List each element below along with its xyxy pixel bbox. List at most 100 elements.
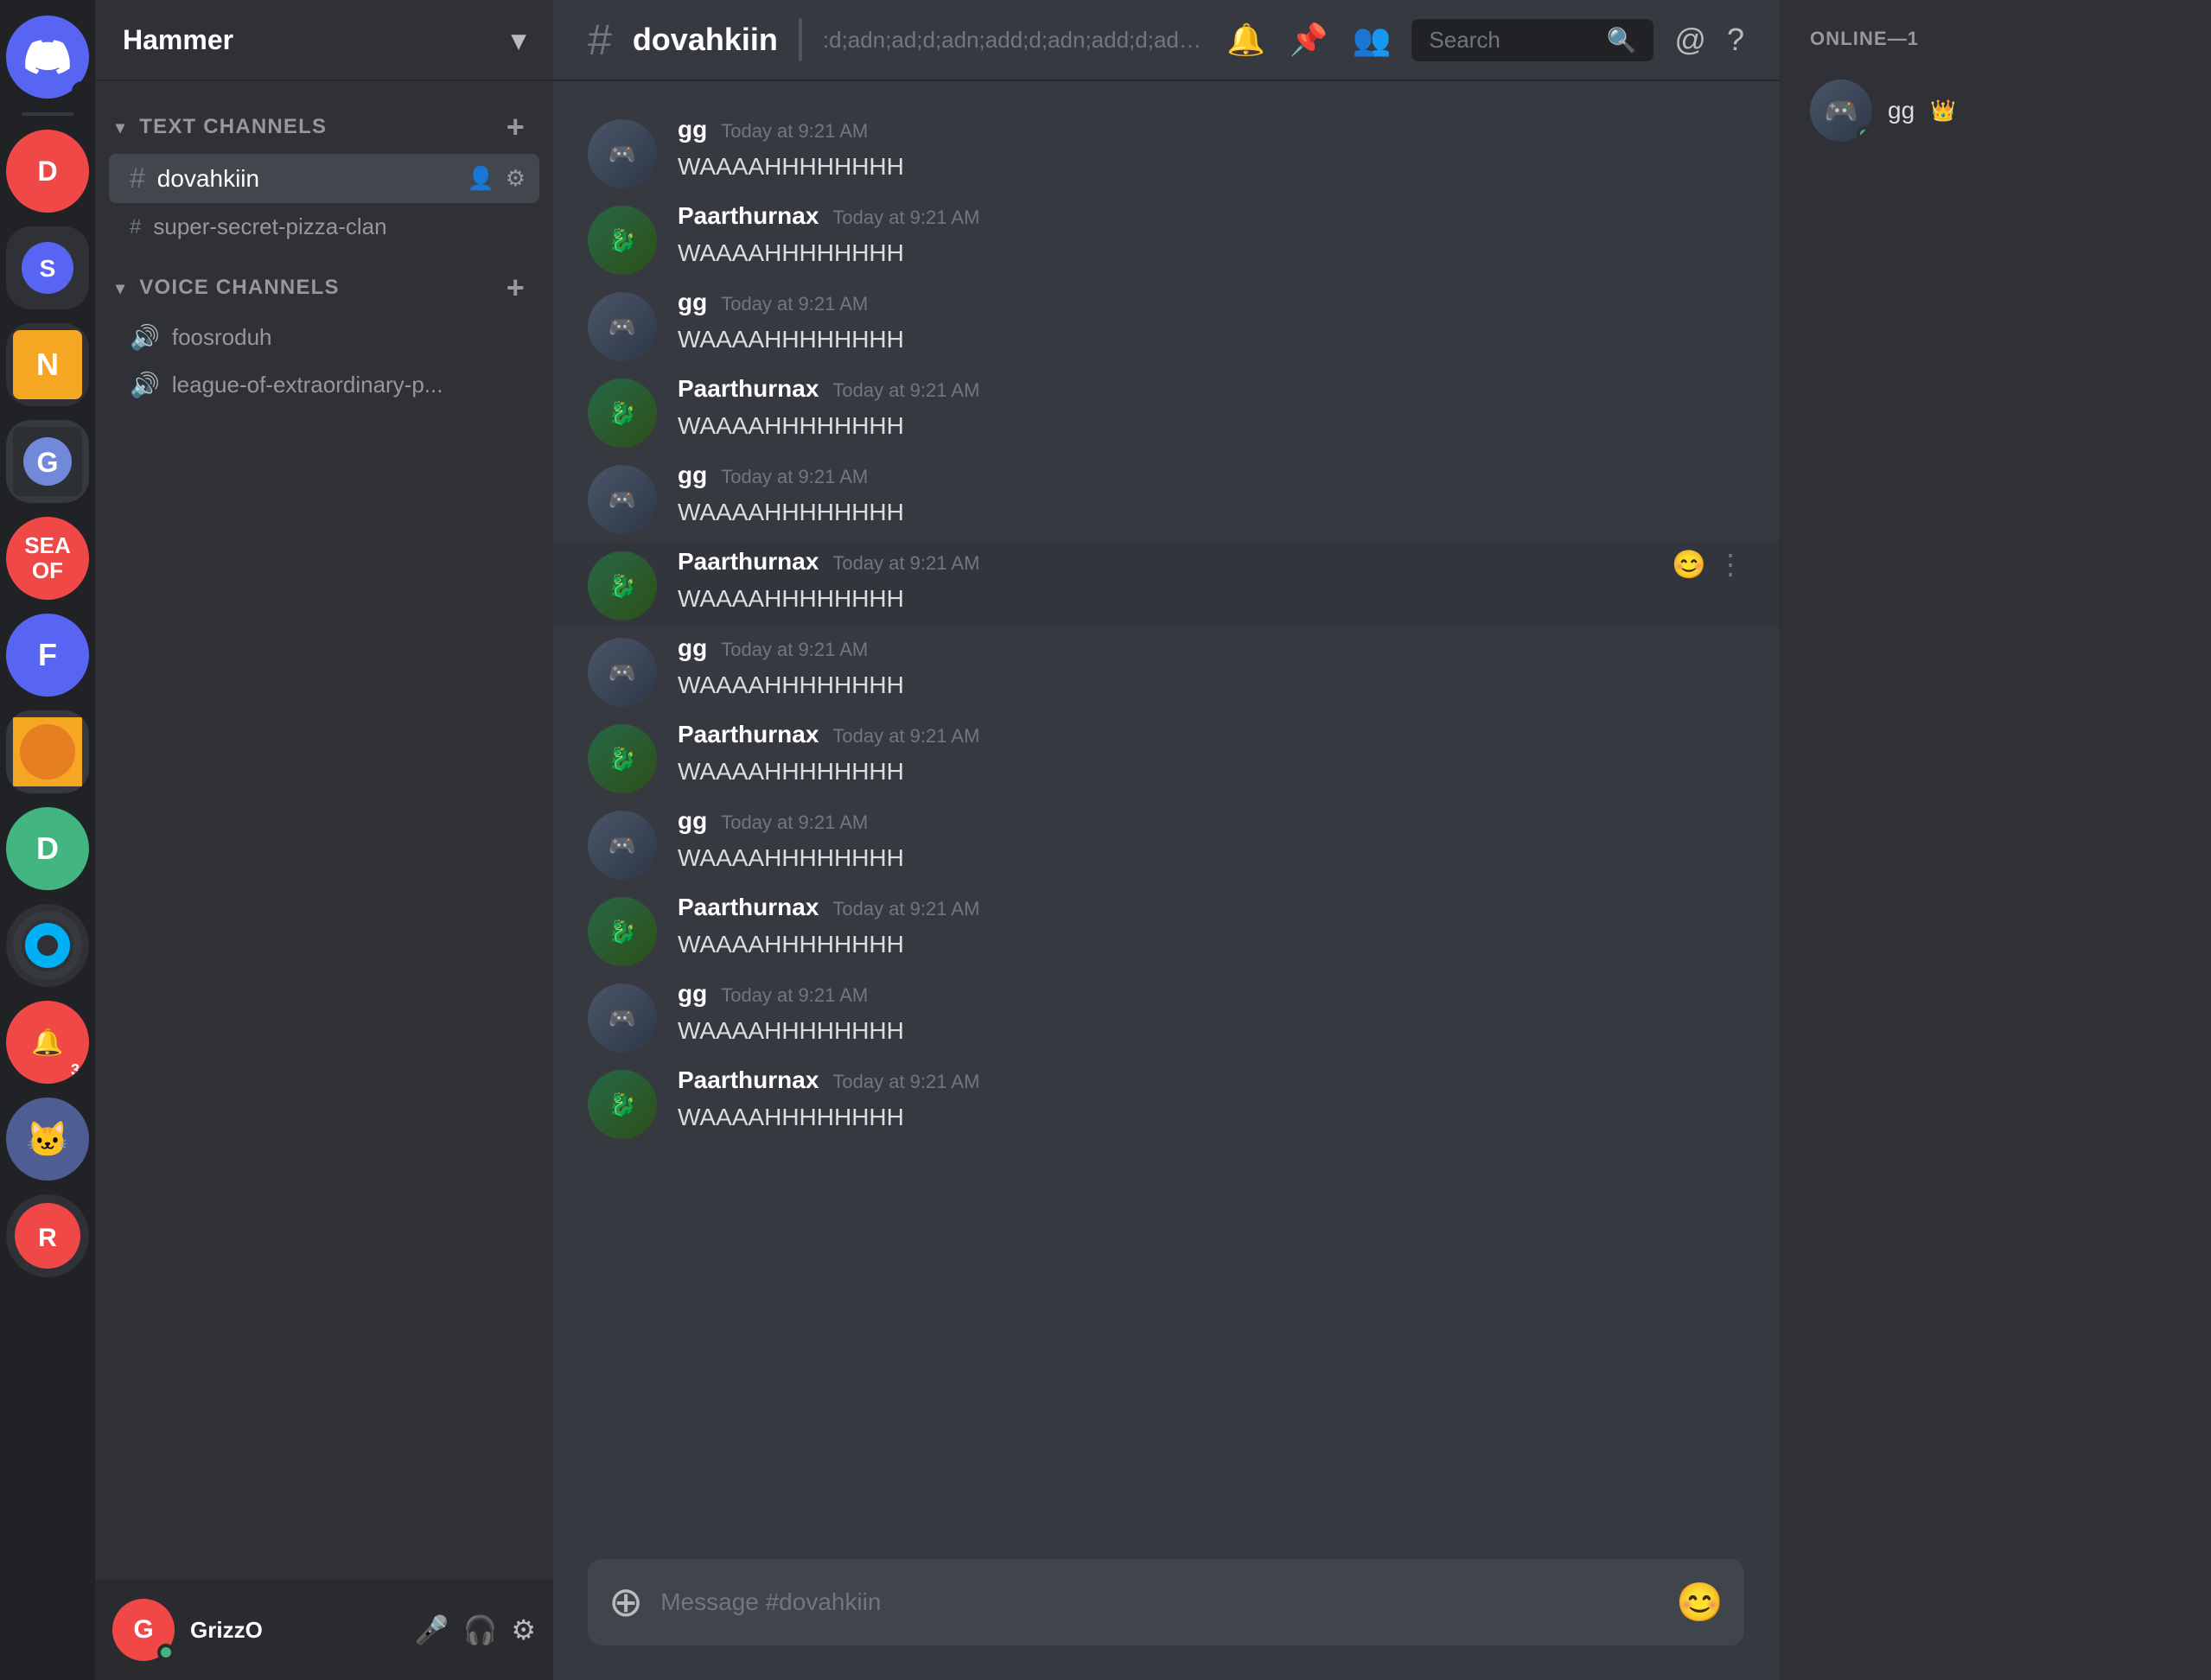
search-input[interactable] (1429, 27, 1594, 54)
message-content: WAAAAHHHHHHHH (678, 1013, 1744, 1049)
table-row: 🎮 gg Today at 9:21 AM WAAAAHHHHHHHH (553, 282, 1779, 368)
server-icon-11[interactable]: 🐱 (6, 1098, 89, 1180)
user-area: G GrizzO 🎤 🎧 ⚙ (95, 1580, 553, 1680)
server-icon-1[interactable]: D (6, 130, 89, 213)
add-reaction-button[interactable]: 😊 (1672, 548, 1706, 581)
message-header: Paarthurnax Today at 9:21 AM (678, 721, 1744, 748)
message-timestamp: Today at 9:21 AM (832, 725, 979, 748)
server-icon-5[interactable]: SEAOF (6, 517, 89, 600)
message-author: Paarthurnax (678, 202, 819, 230)
header-divider (799, 18, 802, 61)
table-row: 🎮 gg Today at 9:21 AM WAAAAHHHHHHHH (553, 627, 1779, 714)
emoji-picker-button[interactable]: 😊 (1676, 1580, 1724, 1625)
message-body: Paarthurnax Today at 9:21 AM WAAAAHHHHHH… (678, 1066, 1744, 1139)
server-icon-7[interactable] (6, 710, 89, 793)
message-body: gg Today at 9:21 AM WAAAAHHHHHHHH (678, 116, 1744, 188)
message-header: Paarthurnax Today at 9:21 AM (678, 375, 1744, 403)
avatar: 🐉 (588, 724, 657, 793)
server-header[interactable]: Hammer ▾ (95, 0, 553, 81)
channel-item-foosroduh[interactable]: 🔊 foosroduh (109, 315, 539, 360)
server-icon-10[interactable]: 🔔 3 (6, 1001, 89, 1084)
message-input[interactable] (660, 1564, 1659, 1640)
message-timestamp: Today at 9:21 AM (832, 898, 979, 920)
discord-home-button[interactable] (6, 16, 89, 99)
message-author: Paarthurnax (678, 1066, 819, 1094)
message-timestamp: Today at 9:21 AM (832, 552, 979, 575)
table-row: 🎮 gg Today at 9:21 AM WAAAAHHHHHHHH (553, 109, 1779, 195)
message-content: WAAAAHHHHHHHH (678, 926, 1744, 963)
hash-icon: # (130, 162, 145, 194)
settings-icon[interactable]: ⚙ (506, 165, 526, 192)
svg-text:N: N (36, 347, 59, 382)
message-author: gg (678, 116, 707, 143)
message-header: gg Today at 9:21 AM (678, 807, 1744, 835)
table-row: 🎮 gg Today at 9:21 AM WAAAAHHHHHHHH (553, 800, 1779, 887)
message-body: gg Today at 9:21 AM WAAAAHHHHHHHH (678, 461, 1744, 534)
text-channels-category: ▾ TEXT CHANNELS + # dovahkiin 👤 ⚙ # supe… (95, 95, 553, 249)
server-icon-2[interactable]: S (6, 226, 89, 309)
notification-badge: 3 (60, 1054, 89, 1084)
add-voice-channel-button[interactable]: + (507, 270, 526, 306)
help-icon[interactable]: ? (1727, 22, 1744, 58)
channel-item-league[interactable]: 🔊 league-of-extraordinary-p... (109, 362, 539, 408)
server-dropdown-icon: ▾ (512, 23, 526, 56)
message-content: WAAAAHHHHHHHH (678, 581, 1744, 617)
channel-item-pizza-clan[interactable]: # super-secret-pizza-clan (109, 205, 539, 249)
message-author: Paarthurnax (678, 721, 819, 748)
avatar: 🎮 (588, 983, 657, 1053)
more-options-button[interactable]: ⋮ (1717, 548, 1744, 581)
mute-button[interactable]: 🎤 (415, 1613, 449, 1646)
message-header: gg Today at 9:21 AM (678, 980, 1744, 1008)
server-icon-12[interactable]: R (6, 1194, 89, 1277)
deafen-button[interactable]: 🎧 (462, 1613, 497, 1646)
main-content: # dovahkiin :d;adn;ad;d;adn;add;d;adn;ad… (553, 0, 1779, 1680)
add-member-icon[interactable]: 👤 (467, 165, 494, 192)
table-row: 🐉 Paarthurnax Today at 9:21 AM WAAAAHHHH… (553, 714, 1779, 800)
user-settings-button[interactable]: ⚙ (511, 1613, 536, 1646)
message-body: gg Today at 9:21 AM WAAAAHHHHHHHH (678, 980, 1744, 1053)
table-row: 🐉 Paarthurnax Today at 9:21 AM WAAAAHHHH… (553, 195, 1779, 282)
server-icon-4[interactable]: G (6, 420, 89, 503)
message-author: gg (678, 289, 707, 316)
online-section-title: ONLINE—1 (1796, 28, 2194, 50)
server-icon-6[interactable]: F (6, 614, 89, 697)
table-row: 🎮 gg Today at 9:21 AM WAAAAHHHHHHHH (553, 973, 1779, 1060)
members-icon[interactable]: 👥 (1353, 22, 1392, 58)
avatar: 🎮 (588, 119, 657, 188)
add-attachment-button[interactable]: ⊕ (609, 1578, 643, 1626)
message-hover-actions: 😊 ⋮ (1672, 548, 1744, 581)
messages-area[interactable]: 🎮 gg Today at 9:21 AM WAAAAHHHHHHHH 🐉 Pa… (553, 81, 1779, 1559)
message-author: Paarthurnax (678, 894, 819, 921)
voice-category-left: ▾ VOICE CHANNELS (116, 276, 340, 300)
message-content: WAAAAHHHHHHHH (678, 149, 1744, 185)
text-channels-header[interactable]: ▾ TEXT CHANNELS + (95, 95, 553, 152)
message-content: WAAAAHHHHHHHH (678, 1099, 1744, 1136)
list-item[interactable]: 🎮 gg 👑 (1796, 67, 2194, 154)
message-body: Paarthurnax Today at 9:21 AM WAAAAHHHHHH… (678, 894, 1744, 966)
pin-icon[interactable]: 📌 (1290, 22, 1329, 58)
crown-icon: 👑 (1930, 99, 1956, 124)
message-author: gg (678, 980, 707, 1008)
message-body: Paarthurnax Today at 9:21 AM WAAAAHHHHHH… (678, 548, 1744, 620)
at-icon[interactable]: @ (1674, 22, 1706, 58)
server-icon-3[interactable]: N (6, 323, 89, 406)
member-avatar: 🎮 (1810, 80, 1872, 142)
message-header: Paarthurnax Today at 9:21 AM (678, 548, 1744, 576)
channel-item-dovahkiin[interactable]: # dovahkiin 👤 ⚙ (109, 154, 539, 203)
message-input-area: ⊕ 😊 (553, 1559, 1779, 1680)
message-header: gg Today at 9:21 AM (678, 634, 1744, 662)
message-author: gg (678, 807, 707, 835)
user-controls: 🎤 🎧 ⚙ (415, 1613, 536, 1646)
channel-name-league: league-of-extraordinary-p... (172, 372, 526, 398)
notification-bell-icon[interactable]: 🔔 (1227, 22, 1265, 58)
voice-channels-header[interactable]: ▾ VOICE CHANNELS + (95, 256, 553, 313)
avatar: 🐉 (588, 1070, 657, 1139)
server-icon-9[interactable] (6, 904, 89, 987)
add-text-channel-button[interactable]: + (507, 109, 526, 145)
message-author: gg (678, 461, 707, 489)
message-body: Paarthurnax Today at 9:21 AM WAAAAHHHHHH… (678, 721, 1744, 793)
server-icon-8[interactable]: D (6, 807, 89, 890)
channel-name-dovahkiin: dovahkiin (157, 165, 468, 193)
user-info: GrizzO (190, 1617, 399, 1644)
avatar: 🎮 (588, 811, 657, 880)
